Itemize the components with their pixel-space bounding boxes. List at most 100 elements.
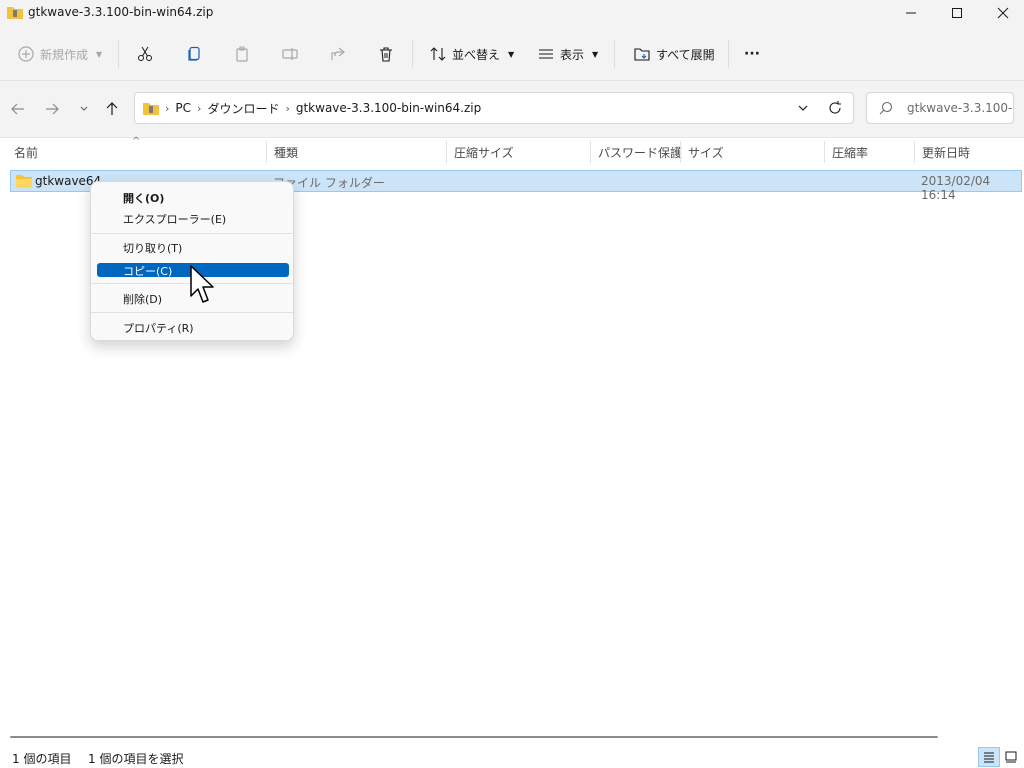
maximize-icon (952, 8, 962, 18)
chevron-down-icon: ▼ (508, 49, 515, 59)
search-icon (879, 101, 893, 115)
command-bar: 新規作成 ▼ 並べ替え ▼ 表示 ▼ すべて展開 ··· (0, 26, 1024, 81)
breadcrumb-pc[interactable]: PC (175, 101, 191, 115)
more-options-button[interactable]: ··· (744, 40, 760, 68)
menu-item-label: コピー(C) (123, 265, 173, 278)
copy-icon (188, 46, 200, 61)
menu-item-label: プロパティ(R) (123, 322, 194, 335)
expand-all-button[interactable]: すべて展開 (634, 40, 715, 68)
zip-folder-icon (7, 7, 23, 19)
toolbar-divider (614, 40, 615, 68)
horizontal-scrollbar[interactable] (10, 736, 938, 738)
sort-ascending-icon: ^ (132, 136, 141, 147)
status-bar: 1 個の項目 1 個の項目を選択 (0, 730, 1024, 768)
view-button[interactable]: 表示 ▼ (538, 40, 598, 68)
cut-button[interactable] (137, 40, 153, 68)
column-divider[interactable] (824, 141, 825, 163)
details-view-icon (984, 752, 994, 763)
column-divider[interactable] (680, 141, 681, 163)
column-divider[interactable] (914, 141, 915, 163)
rename-icon (282, 48, 298, 60)
chevron-down-icon: ▼ (592, 49, 599, 59)
minimize-icon (906, 12, 916, 14)
new-button[interactable]: 新規作成 ▼ (18, 40, 102, 68)
window-title: gtkwave-3.3.100-bin-win64.zip (28, 5, 214, 19)
more-icon: ··· (744, 46, 760, 62)
menu-item-explorer[interactable]: エクスプローラー(E) (97, 211, 289, 226)
delete-button[interactable] (378, 40, 394, 68)
column-name[interactable]: 名前 (14, 144, 38, 161)
column-compressed-size[interactable]: 圧縮サイズ (454, 144, 514, 161)
menu-divider (91, 233, 293, 234)
chevron-right-icon: › (197, 101, 202, 115)
scissors-icon (138, 46, 152, 61)
sort-icon (430, 47, 446, 61)
menu-item-label: 開く(O) (123, 192, 165, 205)
clipboard-icon (236, 46, 248, 62)
context-menu: 開く(O) エクスプローラー(E) 切り取り(T) コピー(C) 削除(D) プ… (90, 181, 294, 341)
arrow-up-icon (106, 102, 118, 115)
toolbar-divider (412, 40, 413, 68)
chevron-down-icon: ▼ (96, 49, 103, 59)
column-divider[interactable] (266, 141, 267, 163)
new-label: 新規作成 (40, 47, 89, 62)
copy-button[interactable] (186, 40, 202, 68)
up-button[interactable] (100, 97, 124, 121)
chevron-right-icon: › (285, 101, 290, 115)
menu-item-label: 削除(D) (123, 293, 163, 306)
menu-item-label: エクスプローラー(E) (123, 213, 227, 226)
menu-item-label: 切り取り(T) (123, 242, 183, 255)
menu-item-open[interactable]: 開く(O) (97, 190, 289, 205)
column-size[interactable]: サイズ (688, 144, 724, 161)
recent-locations-button[interactable] (72, 97, 96, 121)
file-modified: 2013/02/04 16:14 (921, 174, 991, 202)
trash-icon (380, 47, 392, 62)
paste-button[interactable] (234, 40, 250, 68)
share-icon (331, 47, 345, 60)
close-icon (997, 7, 1009, 19)
column-ratio[interactable]: 圧縮率 (832, 144, 868, 161)
chevron-right-icon: › (165, 101, 170, 115)
view-label: 表示 (560, 47, 585, 62)
column-headers: ^ 名前 種類 圧縮サイズ パスワード保護 サイズ 圧縮率 更新日時 (0, 136, 1024, 168)
column-password[interactable]: パスワード保護 (598, 144, 682, 161)
address-bar[interactable]: › PC › ダウンロード › gtkwave-3.3.100-bin-win6… (134, 92, 854, 124)
sort-label: 並べ替え (452, 47, 501, 62)
maximize-button[interactable] (934, 0, 980, 26)
share-button[interactable] (330, 40, 346, 68)
minimize-button[interactable] (888, 0, 934, 26)
rename-button[interactable] (282, 40, 298, 68)
title-bar: gtkwave-3.3.100-bin-win64.zip (0, 0, 1024, 26)
column-type[interactable]: 種類 (274, 144, 298, 161)
menu-divider (91, 312, 293, 313)
address-row: › PC › ダウンロード › gtkwave-3.3.100-bin-win6… (0, 81, 1024, 138)
forward-button[interactable] (40, 97, 64, 121)
extract-folder-icon (634, 48, 650, 61)
tiles-view-button[interactable] (1000, 747, 1022, 767)
search-box[interactable]: gtkwave-3.3.100-b... (866, 92, 1014, 124)
toolbar-divider (728, 40, 729, 68)
details-view-button[interactable] (978, 747, 1000, 767)
sort-button[interactable]: 並べ替え ▼ (430, 40, 514, 68)
plus-circle-icon (18, 46, 34, 62)
chevron-down-icon[interactable] (795, 100, 811, 116)
column-modified[interactable]: 更新日時 (922, 144, 970, 161)
breadcrumb-downloads[interactable]: ダウンロード (207, 100, 279, 117)
refresh-icon[interactable] (827, 100, 843, 116)
folder-icon (16, 175, 32, 188)
tiles-view-icon (1005, 751, 1017, 763)
close-button[interactable] (980, 0, 1024, 26)
expand-all-label: すべて展開 (656, 47, 715, 62)
menu-item-cut[interactable]: 切り取り(T) (97, 240, 289, 255)
breadcrumb: › PC › ダウンロード › gtkwave-3.3.100-bin-win6… (143, 93, 481, 123)
back-button[interactable] (6, 97, 30, 121)
item-count: 1 個の項目 (12, 752, 72, 766)
column-divider[interactable] (446, 141, 447, 163)
column-divider[interactable] (590, 141, 591, 163)
chevron-down-icon (80, 106, 88, 111)
menu-item-properties[interactable]: プロパティ(R) (97, 320, 289, 335)
selected-count: 1 個の項目を選択 (88, 752, 184, 766)
breadcrumb-zip[interactable]: gtkwave-3.3.100-bin-win64.zip (296, 101, 481, 115)
mouse-cursor-icon (190, 265, 214, 303)
arrow-right-icon (46, 103, 59, 115)
